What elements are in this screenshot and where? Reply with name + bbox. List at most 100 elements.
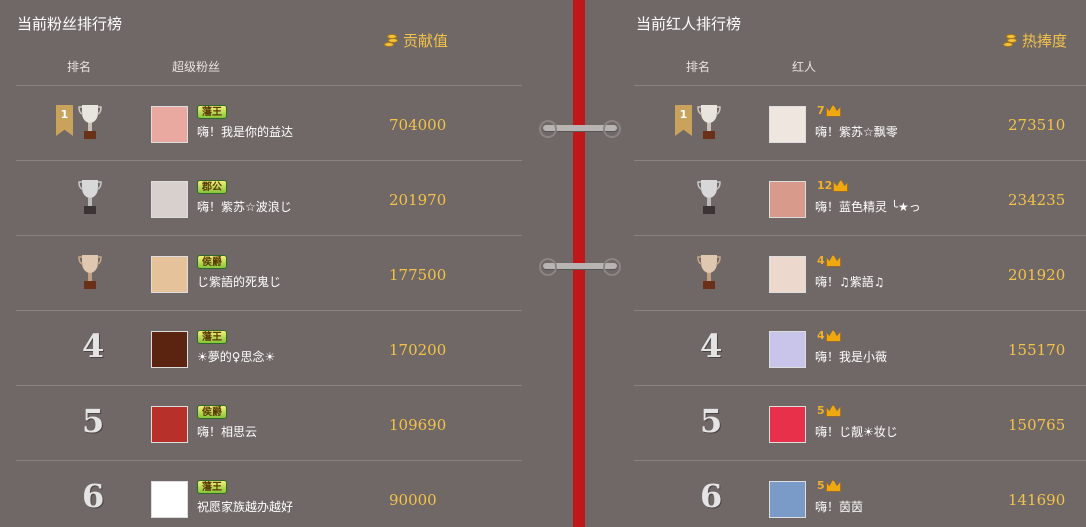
contribution-value: 704000	[389, 116, 447, 134]
crown-icon	[825, 104, 841, 117]
fans-row-6[interactable]: 6 藩王 祝愿家族越办越好 90000	[16, 460, 522, 527]
contribution-value: 90000	[389, 491, 437, 509]
noble-badge: 藩王	[197, 105, 227, 119]
stars-col-value: 热捧度	[1003, 30, 1067, 51]
fan-name[interactable]: 祝愿家族越办越好	[197, 498, 293, 515]
popularity-value: 234235	[1008, 191, 1066, 209]
stars-row-2[interactable]: 12 嗨！蓝色精灵 ╰★っ 234235	[634, 160, 1086, 236]
fan-avatar[interactable]	[151, 331, 188, 368]
noble-badge: 藩王	[197, 330, 227, 344]
rank-number: 4	[700, 327, 723, 365]
level-number: 5	[817, 479, 825, 492]
contribution-value: 170200	[389, 341, 447, 359]
popularity-value: 141690	[1008, 491, 1066, 509]
fan-avatar[interactable]	[151, 481, 188, 518]
rank-number: 4	[82, 327, 105, 365]
star-avatar[interactable]	[769, 256, 806, 293]
fans-ranking-panel: 当前粉丝排行榜 排名 超级粉丝 贡献值 1 藩王 嗨！我是你的益达 704000…	[0, 0, 572, 527]
rank-number: 5	[82, 402, 105, 440]
star-name[interactable]: 嗨！我是小薇	[815, 348, 887, 365]
fans-row-2[interactable]: 郡公 嗨！紫苏☆波浪じ 201970	[16, 160, 522, 236]
popularity-value: 273510	[1008, 116, 1066, 134]
trophy-icon	[697, 255, 721, 289]
coin-icon	[1003, 33, 1019, 48]
stars-row-5[interactable]: 5 5 嗨！じ靓☀妆じ 150765	[634, 385, 1086, 461]
fans-panel-title: 当前粉丝排行榜	[17, 15, 123, 33]
fans-row-5[interactable]: 5 侯爵 嗨！相思云 109690	[16, 385, 522, 461]
fan-name[interactable]: ☀夢的♀思念☀	[197, 348, 275, 365]
crown-icon	[825, 254, 841, 267]
fans-row-1[interactable]: 1 藩王 嗨！我是你的益达 704000	[16, 85, 522, 161]
level-number: 7	[817, 104, 825, 117]
trophy-icon	[697, 180, 721, 214]
star-avatar[interactable]	[769, 481, 806, 518]
star-avatar[interactable]	[769, 331, 806, 368]
star-name[interactable]: 嗨！♫紫語♫	[815, 273, 885, 290]
stars-col-value-label: 热捧度	[1022, 32, 1068, 50]
stars-row-3[interactable]: 4 嗨！♫紫語♫ 201920	[634, 235, 1086, 311]
rank-ribbon: 1	[56, 105, 73, 136]
level-number: 5	[817, 404, 825, 417]
crown-icon	[825, 479, 841, 492]
fan-name[interactable]: じ紫語的死鬼じ	[197, 273, 281, 290]
coin-icon	[384, 33, 400, 48]
contribution-value: 109690	[389, 416, 447, 434]
noble-badge: 侯爵	[197, 255, 227, 269]
fan-avatar[interactable]	[151, 256, 188, 293]
fan-name[interactable]: 嗨！我是你的益达	[197, 123, 293, 140]
fans-row-4[interactable]: 4 藩王 ☀夢的♀思念☀ 170200	[16, 310, 522, 386]
noble-badge: 侯爵	[197, 405, 227, 419]
level-badge: 5	[817, 404, 841, 417]
stars-col-rank: 排名	[686, 60, 711, 74]
fans-col-value-label: 贡献值	[403, 32, 449, 50]
level-number: 4	[817, 254, 825, 267]
popularity-value: 201920	[1008, 266, 1066, 284]
trophy-icon	[78, 180, 102, 214]
rank-number: 6	[82, 477, 105, 515]
popularity-value: 155170	[1008, 341, 1066, 359]
star-name[interactable]: 嗨！じ靓☀妆じ	[815, 423, 898, 440]
stars-row-1[interactable]: 1 7 嗨！紫苏☆飘零 273510	[634, 85, 1086, 161]
star-name[interactable]: 嗨！茵茵	[815, 498, 863, 515]
fans-col-rank: 排名	[67, 60, 92, 74]
rank-ribbon: 1	[675, 105, 692, 136]
stars-row-6[interactable]: 6 5 嗨！茵茵 141690	[634, 460, 1086, 527]
fan-name[interactable]: 嗨！相思云	[197, 423, 257, 440]
noble-badge: 藩王	[197, 480, 227, 494]
star-avatar[interactable]	[769, 181, 806, 218]
rank-number: 6	[700, 477, 723, 515]
star-avatar[interactable]	[769, 406, 806, 443]
crown-icon	[825, 404, 841, 417]
star-name[interactable]: 嗨！蓝色精灵 ╰★っ	[815, 198, 921, 215]
star-avatar[interactable]	[769, 106, 806, 143]
trophy-icon	[78, 105, 102, 139]
level-number: 4	[817, 329, 825, 342]
star-name[interactable]: 嗨！紫苏☆飘零	[815, 123, 898, 140]
stars-ranking-panel: 当前红人排行榜 排名 红人 热捧度 1 7 嗨！紫苏☆飘零 273510 12 …	[586, 0, 1086, 527]
level-badge: 12	[817, 179, 849, 192]
stars-row-4[interactable]: 4 4 嗨！我是小薇 155170	[634, 310, 1086, 386]
level-number: 12	[817, 179, 833, 192]
fan-avatar[interactable]	[151, 181, 188, 218]
level-badge: 5	[817, 479, 841, 492]
fans-col-value: 贡献值	[384, 30, 448, 51]
fans-row-3[interactable]: 侯爵 じ紫語的死鬼じ 177500	[16, 235, 522, 311]
fan-avatar[interactable]	[151, 406, 188, 443]
contribution-value: 201970	[389, 191, 447, 209]
rank-number: 5	[700, 402, 723, 440]
fan-avatar[interactable]	[151, 106, 188, 143]
stars-col-name: 红人	[792, 60, 817, 74]
crown-icon	[833, 179, 849, 192]
popularity-value: 150765	[1008, 416, 1066, 434]
fans-col-name: 超级粉丝	[172, 60, 221, 74]
crown-icon	[825, 329, 841, 342]
level-badge: 4	[817, 254, 841, 267]
trophy-icon	[78, 255, 102, 289]
level-badge: 4	[817, 329, 841, 342]
noble-badge: 郡公	[197, 180, 227, 194]
contribution-value: 177500	[389, 266, 447, 284]
level-badge: 7	[817, 104, 841, 117]
trophy-icon	[697, 105, 721, 139]
stars-panel-title: 当前红人排行榜	[636, 15, 742, 33]
fan-name[interactable]: 嗨！紫苏☆波浪じ	[197, 198, 292, 215]
